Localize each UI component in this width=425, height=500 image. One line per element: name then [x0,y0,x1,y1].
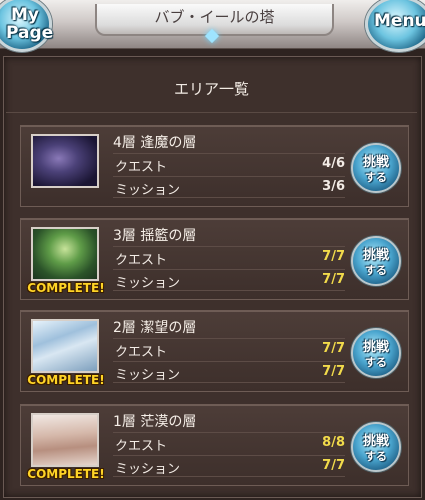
mission-row: ミッション 3/6 [113,176,345,198]
complete-badge: COMPLETE! [27,373,105,387]
area-card-floor-1: COMPLETE! 1層 茫漠の層 クエスト 8/8 ミッション 7/7 挑戦 … [20,404,409,486]
complete-badge [26,187,106,203]
area-thumbnail [31,319,99,373]
quest-row: クエスト 4/6 [113,153,345,175]
quest-row: クエスト 7/7 [113,246,345,268]
area-name: 3層 揺籃の層 [113,228,197,244]
quest-label: クエスト [115,345,168,360]
area-thumbnail [31,227,99,281]
area-list-title: エリア一覧 [6,66,417,113]
challenge-button[interactable]: 挑戦 する [351,143,401,193]
challenge-label-line1: 挑戦 [362,434,389,449]
mission-row: ミッション 7/7 [113,455,345,477]
area-thumbnail [31,413,99,467]
mission-value: 7/7 [322,458,345,473]
menu-label: Menu [374,11,425,31]
area-card-floor-2: COMPLETE! 2層 潔望の層 クエスト 7/7 ミッション 7/7 挑戦 … [20,310,409,392]
challenge-button[interactable]: 挑戦 する [351,422,401,472]
area-card-floor-3: COMPLETE! 3層 揺籃の層 クエスト 7/7 ミッション 7/7 挑戦 … [20,218,409,300]
mission-label: ミッション [115,183,181,198]
quest-value: 7/7 [322,341,345,356]
challenge-label-line2: する [365,171,387,184]
mission-label: ミッション [115,276,181,291]
mypage-label-line2: Page [6,23,54,43]
mission-value: 7/7 [322,272,345,287]
quest-value: 8/8 [322,435,345,450]
quest-value: 4/6 [322,156,345,171]
mission-row: ミッション 7/7 [113,269,345,291]
challenge-label-line1: 挑戦 [362,155,389,170]
mypage-label-line1: My [11,5,39,25]
complete-badge: COMPLETE! [27,467,105,481]
mission-label: ミッション [115,462,181,477]
top-header: バブ・イールの塔 [0,0,425,49]
area-name: 4層 逢魔の層 [113,135,197,151]
mission-value: 7/7 [322,364,345,379]
area-name: 2層 潔望の層 [113,320,197,336]
challenge-label-line1: 挑戦 [362,340,389,355]
challenge-button[interactable]: 挑戦 する [351,236,401,286]
challenge-label-line2: する [365,450,387,463]
mission-value: 3/6 [322,179,345,194]
quest-row: クエスト 7/7 [113,338,345,360]
quest-label: クエスト [115,439,168,454]
quest-label: クエスト [115,253,168,268]
challenge-button[interactable]: 挑戦 する [351,328,401,378]
area-thumbnail [31,134,99,188]
quest-value: 7/7 [322,249,345,264]
mission-label: ミッション [115,368,181,383]
complete-badge: COMPLETE! [27,281,105,295]
challenge-label-line2: する [365,356,387,369]
mission-row: ミッション 7/7 [113,361,345,383]
challenge-label-line1: 挑戦 [362,248,389,263]
quest-label: クエスト [115,160,168,175]
area-name: 1層 茫漠の層 [113,414,197,430]
area-card-floor-4: 4層 逢魔の層 クエスト 4/6 ミッション 3/6 挑戦 する [20,125,409,207]
challenge-label-line2: する [365,264,387,277]
quest-row: クエスト 8/8 [113,432,345,454]
